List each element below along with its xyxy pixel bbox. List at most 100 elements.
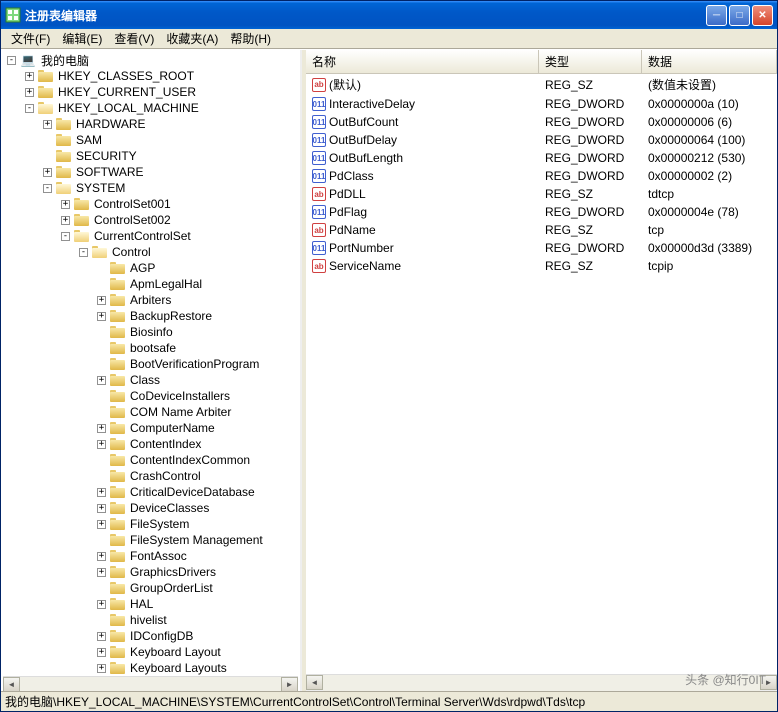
expander-icon[interactable]: + (97, 424, 106, 433)
tree-item[interactable]: bootsafe (3, 340, 298, 356)
expander-icon[interactable]: - (61, 232, 70, 241)
value-type: REG_DWORD (539, 240, 642, 256)
tree-software[interactable]: +SOFTWARE (3, 164, 298, 180)
list-row[interactable]: 011OutBufDelay REG_DWORD 0x00000064 (100… (306, 131, 777, 149)
expander-icon[interactable]: + (97, 440, 106, 449)
maximize-button[interactable]: □ (729, 5, 750, 26)
tree-item[interactable]: +Keyboard Layout (3, 644, 298, 660)
tree-hklm[interactable]: -HKEY_LOCAL_MACHINE (3, 100, 298, 116)
list-row[interactable]: 011InteractiveDelay REG_DWORD 0x0000000a… (306, 95, 777, 113)
tree-control[interactable]: -Control (3, 244, 298, 260)
column-type[interactable]: 类型 (539, 50, 642, 73)
tree-item[interactable]: +HAL (3, 596, 298, 612)
tree-system[interactable]: -SYSTEM (3, 180, 298, 196)
list-row[interactable]: abPdDLL REG_SZ tdtcp (306, 185, 777, 203)
tree-hkcu[interactable]: +HKEY_CURRENT_USER (3, 84, 298, 100)
expander-icon[interactable]: + (97, 568, 106, 577)
list-row[interactable]: ab(默认) REG_SZ (数值未设置) (306, 74, 777, 95)
tree-item[interactable]: CoDeviceInstallers (3, 388, 298, 404)
list-row[interactable]: 011OutBufLength REG_DWORD 0x00000212 (53… (306, 149, 777, 167)
column-data[interactable]: 数据 (642, 50, 777, 73)
menu-favorites[interactable]: 收藏夹(A) (160, 28, 224, 49)
tree-item[interactable]: +Class (3, 372, 298, 388)
tree-security[interactable]: SECURITY (3, 148, 298, 164)
expander-icon[interactable]: + (97, 376, 106, 385)
expander-icon[interactable]: + (97, 312, 106, 321)
close-button[interactable]: ✕ (752, 5, 773, 26)
menu-edit[interactable]: 编辑(E) (56, 28, 108, 49)
tree-node-label: ApmLegalHal (128, 277, 204, 291)
tree-hardware[interactable]: +HARDWARE (3, 116, 298, 132)
expander-icon[interactable]: + (97, 504, 106, 513)
folder-open-icon (74, 230, 89, 242)
list-hscroll[interactable]: ◄► (306, 674, 777, 691)
expander-icon[interactable]: + (61, 216, 70, 225)
list-row[interactable]: abServiceName REG_SZ tcpip (306, 257, 777, 275)
tree-item[interactable]: COM Name Arbiter (3, 404, 298, 420)
folder-icon (110, 438, 125, 450)
list-body[interactable]: ab(默认) REG_SZ (数值未设置) 011InteractiveDela… (306, 74, 777, 674)
tree-hscroll[interactable]: ◄► (3, 676, 298, 691)
tree-item[interactable]: ApmLegalHal (3, 276, 298, 292)
tree-item[interactable]: +Keyboard Layouts (3, 660, 298, 676)
expander-icon[interactable]: + (97, 664, 106, 673)
tree-sam[interactable]: SAM (3, 132, 298, 148)
expander-icon[interactable]: + (43, 120, 52, 129)
tree-item[interactable]: +GraphicsDrivers (3, 564, 298, 580)
tree-item[interactable]: hivelist (3, 612, 298, 628)
tree-item[interactable]: +DeviceClasses (3, 500, 298, 516)
folder-icon (110, 486, 125, 498)
folder-icon (110, 646, 125, 658)
tree-item[interactable]: +ContentIndex (3, 436, 298, 452)
tree-item[interactable]: +ComputerName (3, 420, 298, 436)
tree-pane[interactable]: -💻我的电脑+HKEY_CLASSES_ROOT+HKEY_CURRENT_US… (1, 50, 302, 691)
minimize-button[interactable]: ─ (706, 5, 727, 26)
tree-cs002[interactable]: +ControlSet002 (3, 212, 298, 228)
menu-help[interactable]: 帮助(H) (224, 28, 277, 49)
tree-cs001[interactable]: +ControlSet001 (3, 196, 298, 212)
expander-icon[interactable]: + (97, 520, 106, 529)
tree-item[interactable]: ContentIndexCommon (3, 452, 298, 468)
expander-icon[interactable]: + (97, 552, 106, 561)
tree-item[interactable]: +Arbiters (3, 292, 298, 308)
tree-item[interactable]: CrashControl (3, 468, 298, 484)
expander-icon[interactable]: + (97, 600, 106, 609)
expander-icon[interactable]: + (97, 296, 106, 305)
menu-file[interactable]: 文件(F) (5, 28, 56, 49)
list-row[interactable]: 011PdFlag REG_DWORD 0x0000004e (78) (306, 203, 777, 221)
tree-item[interactable]: +FontAssoc (3, 548, 298, 564)
tree-item[interactable]: GroupOrderList (3, 580, 298, 596)
folder-icon (110, 566, 125, 578)
tree-item[interactable]: Biosinfo (3, 324, 298, 340)
tree-item[interactable]: BootVerificationProgram (3, 356, 298, 372)
tree-item[interactable]: +BackupRestore (3, 308, 298, 324)
tree-ccs[interactable]: -CurrentControlSet (3, 228, 298, 244)
tree-item[interactable]: +FileSystem (3, 516, 298, 532)
expander-icon[interactable]: + (97, 648, 106, 657)
expander-icon[interactable]: + (97, 488, 106, 497)
list-row[interactable]: 011OutBufCount REG_DWORD 0x00000006 (6) (306, 113, 777, 131)
value-name: PdDLL (329, 187, 366, 201)
menu-view[interactable]: 查看(V) (108, 28, 160, 49)
tree-node-label: ContentIndexCommon (128, 453, 252, 467)
value-type: REG_DWORD (539, 150, 642, 166)
list-row[interactable]: 011PortNumber REG_DWORD 0x00000d3d (3389… (306, 239, 777, 257)
expander-icon[interactable]: - (25, 104, 34, 113)
column-name[interactable]: 名称 (306, 50, 539, 73)
expander-icon[interactable]: + (25, 72, 34, 81)
tree-item[interactable]: +CriticalDeviceDatabase (3, 484, 298, 500)
tree-root[interactable]: -💻我的电脑 (3, 52, 298, 68)
tree-item[interactable]: FileSystem Management (3, 532, 298, 548)
expander-icon[interactable]: - (7, 56, 16, 65)
expander-icon[interactable]: + (97, 632, 106, 641)
list-row[interactable]: 011PdClass REG_DWORD 0x00000002 (2) (306, 167, 777, 185)
tree-hkcr[interactable]: +HKEY_CLASSES_ROOT (3, 68, 298, 84)
expander-icon[interactable]: + (61, 200, 70, 209)
tree-item[interactable]: +IDConfigDB (3, 628, 298, 644)
list-row[interactable]: abPdName REG_SZ tcp (306, 221, 777, 239)
expander-icon[interactable]: + (25, 88, 34, 97)
expander-icon[interactable]: - (79, 248, 88, 257)
expander-icon[interactable]: + (43, 168, 52, 177)
tree-item[interactable]: AGP (3, 260, 298, 276)
expander-icon[interactable]: - (43, 184, 52, 193)
